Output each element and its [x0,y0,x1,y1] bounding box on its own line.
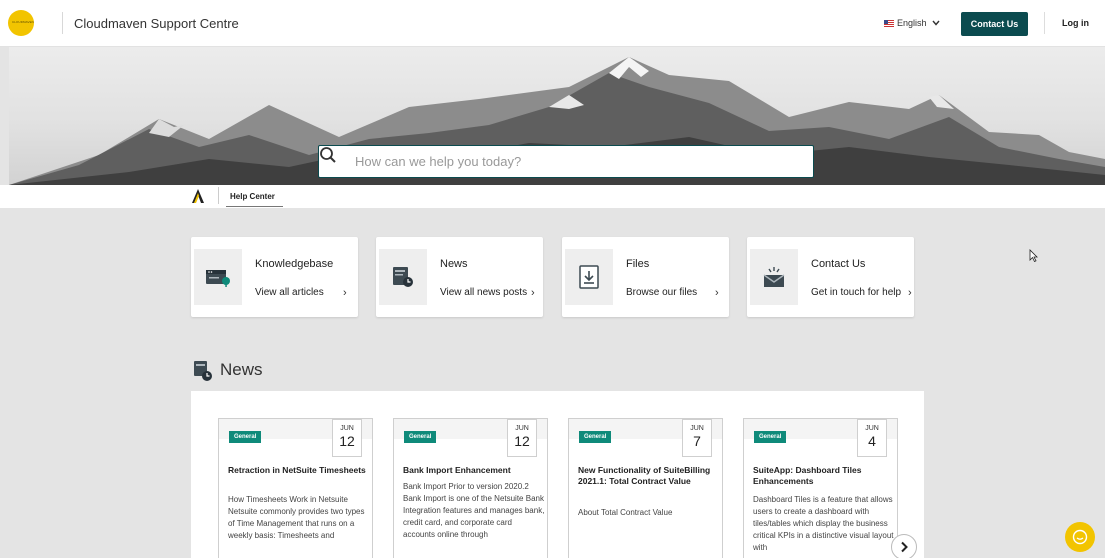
chevron-right-icon: › [531,287,535,299]
breadcrumb-divider [218,187,219,204]
language-label: English [897,18,927,28]
site-title[interactable]: Cloudmaven Support Centre [74,16,239,31]
news-title[interactable]: SuiteApp: Dashboard Tiles Enhancements [753,465,893,487]
chevron-right-icon: › [343,287,347,299]
news-section-icon [193,360,213,381]
chevron-right-icon: › [715,287,719,299]
knowledgebase-icon [194,249,242,305]
date-month: JUN [340,425,354,432]
category-badge: General [579,431,612,443]
search-icon [319,146,355,177]
chat-bubble-icon [1072,529,1088,545]
envelope-icon [750,249,798,305]
news-excerpt: Dashboard Tiles is a feature that allows… [753,495,894,552]
news-icon [379,249,427,305]
quick-card-title: News [440,258,468,270]
quick-card-title: Contact Us [811,258,866,270]
category-badge: General [404,431,437,443]
date-day: 12 [514,433,530,449]
news-title[interactable]: New Functionality of SuiteBilling 2021.1… [578,465,718,487]
search-input[interactable] [355,154,795,169]
quick-card-link[interactable]: View all news posts [440,287,527,298]
news-excerpt: How Timesheets Work in Netsuite Netsuite… [228,495,365,540]
category-badge: General [229,431,262,443]
quick-card-link[interactable]: Get in touch for help [811,287,901,298]
news-card[interactable]: General JUN 4 SuiteApp: Dashboard Tiles … [743,418,898,558]
help-search-box[interactable] [318,145,814,178]
breadcrumb-bar [0,185,1105,208]
news-section-heading: News [220,360,263,379]
language-selector[interactable]: English [884,18,940,28]
date-month: JUN [865,425,879,432]
category-badge: General [754,431,787,443]
date-tile: JUN 12 [507,419,537,457]
news-excerpt: Bank Import Prior to version 2020.2 Bank… [403,482,545,539]
quick-card-title: Knowledgebase [255,258,334,270]
top-navigation-bar: CLOUDMAVEN Cloudmaven Support Centre Eng… [0,0,1105,47]
date-month: JUN [690,425,704,432]
date-day: 4 [868,433,876,449]
download-file-icon [565,249,613,305]
chevron-right-icon: › [908,287,912,299]
quick-card-link[interactable]: View all articles [255,287,324,298]
quick-card-files[interactable]: Files Browse our files › [562,237,729,317]
breadcrumb-active-underline [226,206,283,207]
quick-card-contact-us[interactable]: Contact Us Get in touch for help › [747,237,914,317]
mouse-pointer-icon [1029,249,1038,267]
contact-us-button[interactable]: Contact Us [961,12,1028,36]
brand-divider [62,12,63,34]
chevron-right-icon [901,541,908,553]
quick-card-knowledgebase[interactable]: Knowledgebase View all articles › [191,237,358,317]
date-month: JUN [515,425,529,432]
hero-banner [9,47,1105,185]
us-flag-icon [884,19,894,27]
date-day: 12 [339,433,355,449]
logo-wordmark: CLOUDMAVEN [12,20,34,24]
header-divider [1044,12,1045,34]
news-title[interactable]: Retraction in NetSuite Timesheets [228,465,368,476]
news-card[interactable]: General JUN 12 Retraction in NetSuite Ti… [218,418,373,558]
carousel-next-button[interactable] [891,534,917,558]
quick-card-link[interactable]: Browse our files [626,287,697,298]
cloudmaven-logo[interactable]: CLOUDMAVEN [8,10,48,36]
quick-card-news[interactable]: News View all news posts › [376,237,543,317]
chat-widget-button[interactable] [1065,522,1095,552]
date-tile: JUN 7 [682,419,712,457]
news-title[interactable]: Bank Import Enhancement [403,465,543,476]
quick-card-title: Files [626,258,650,270]
breadcrumb-help-center[interactable]: Help Center [230,192,275,201]
news-excerpt: About Total Contract Value [578,508,673,517]
date-tile: JUN 4 [857,419,887,457]
help-center-logo-icon[interactable] [191,187,205,204]
news-card[interactable]: General JUN 12 Bank Import Enhancement B… [393,418,548,558]
login-link[interactable]: Log in [1062,18,1089,28]
date-day: 7 [693,433,701,449]
chevron-down-icon [931,18,940,28]
date-tile: JUN 12 [332,419,362,457]
news-card[interactable]: General JUN 7 New Functionality of Suite… [568,418,723,558]
